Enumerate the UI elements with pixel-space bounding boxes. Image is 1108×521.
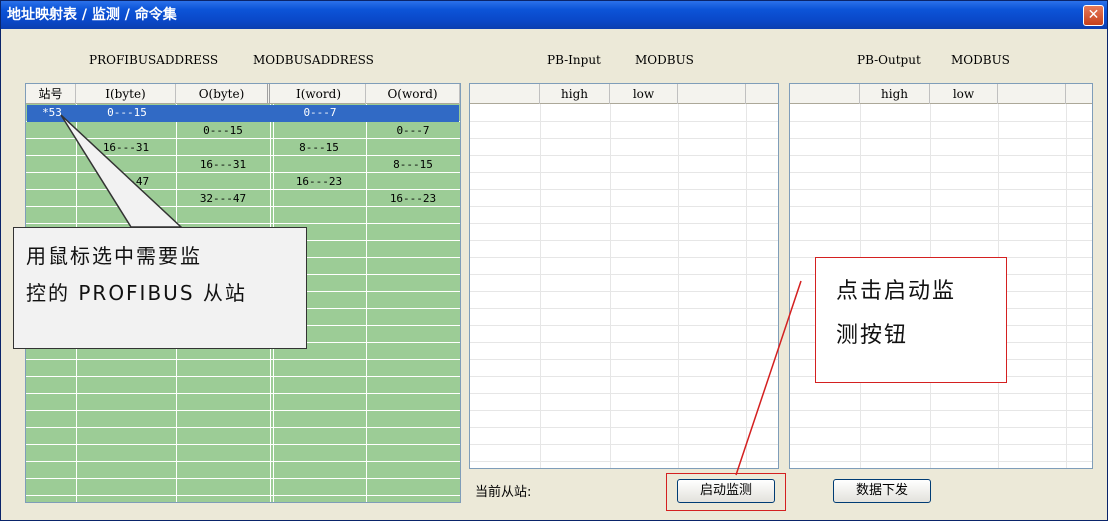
grid-row-line <box>470 342 778 343</box>
grid-row-line <box>470 427 778 428</box>
cell-i-word: 0---7 <box>303 106 337 119</box>
grid-row-line <box>470 121 778 122</box>
col-o-byte[interactable]: O(byte) <box>176 84 270 104</box>
start-monitor-callout: 点击启动监 测按钮 <box>815 257 1007 383</box>
cell-i-byte <box>76 189 176 208</box>
selected-table-row[interactable]: *53 0---15 0---7 <box>27 105 459 122</box>
grid-row-line <box>470 410 778 411</box>
col-blank[interactable] <box>470 84 540 104</box>
grid-row-line <box>26 410 460 411</box>
col-i-word[interactable]: I(word) <box>272 84 366 104</box>
close-icon[interactable]: ✕ <box>1083 5 1104 26</box>
grid-col-line <box>1066 104 1067 468</box>
grid-row-line <box>790 138 1092 139</box>
grid-row-line <box>790 121 1092 122</box>
col-station[interactable]: 站号 <box>26 84 76 104</box>
grid-col-line <box>678 104 679 468</box>
pb-input-header: PB-Input <box>547 53 601 67</box>
grid-row-line <box>470 444 778 445</box>
grid-row-line <box>26 461 460 462</box>
grid-row-line <box>470 189 778 190</box>
cell-o-word <box>367 105 460 122</box>
grid-row-line <box>470 155 778 156</box>
callout-left-line1: 用鼠标选中需要监 <box>26 244 202 268</box>
grid-row-line <box>26 444 460 445</box>
callout-right-line1: 点击启动监 <box>836 279 957 304</box>
modbus-address-header: MODBUSADDRESS <box>253 53 374 67</box>
current-slave-label: 当前从站: <box>475 485 532 500</box>
output-table-header: high low <box>790 84 1092 104</box>
title-bar: 地址映射表 / 监测 / 命令集 ✕ <box>1 1 1107 29</box>
col-high[interactable]: high <box>860 84 930 104</box>
start-button-highlight <box>666 473 786 511</box>
grid-col-line <box>746 104 747 468</box>
callout-left-line2: 控的 PROFIBUS 从站 <box>26 281 247 305</box>
pb-input-modbus-header: MODBUS <box>635 53 694 67</box>
pb-output-modbus-header: MODBUS <box>951 53 1010 67</box>
cell-i-byte: 0---15 <box>107 106 147 119</box>
grid-row-line <box>470 206 778 207</box>
col-blank[interactable] <box>790 84 860 104</box>
main-window: 地址映射表 / 监测 / 命令集 ✕ PROFIBUSADDRESS MODBU… <box>0 0 1108 521</box>
profibus-address-header: PROFIBUSADDRESS <box>89 53 219 67</box>
grid-row-line <box>470 291 778 292</box>
grid-row-line <box>26 495 460 496</box>
grid-row-line <box>470 138 778 139</box>
cell-station: *53 <box>42 106 62 119</box>
address-table-header: 站号 I(byte) O(byte) I(word) O(word) <box>26 84 460 104</box>
grid-row-line <box>470 393 778 394</box>
cell-o-byte: 32---47 <box>199 192 247 205</box>
grid-row-line <box>470 223 778 224</box>
window-title: 地址映射表 / 监测 / 命令集 <box>7 7 177 23</box>
grid-row-line <box>470 308 778 309</box>
grid-row-line <box>26 376 460 377</box>
grid-row-line <box>470 274 778 275</box>
select-slave-callout: 用鼠标选中需要监 控的 PROFIBUS 从站 <box>13 227 307 349</box>
grid-row-line <box>26 223 460 224</box>
grid-row-line <box>790 223 1092 224</box>
cell-station <box>26 189 76 208</box>
grid-row-line <box>470 359 778 360</box>
cell-o-word: 16---23 <box>389 192 437 205</box>
input-table-header: high low <box>470 84 778 104</box>
grid-row-line <box>790 427 1092 428</box>
grid-row-line <box>790 444 1092 445</box>
grid-row-line <box>790 172 1092 173</box>
grid-row-line <box>470 172 778 173</box>
grid-row-line <box>790 461 1092 462</box>
grid-row-line <box>790 240 1092 241</box>
grid-row-line <box>470 257 778 258</box>
grid-row-line <box>790 206 1092 207</box>
col-i-byte[interactable]: I(byte) <box>76 84 176 104</box>
grid-row-line <box>790 393 1092 394</box>
grid-row-line <box>790 410 1092 411</box>
col-o-word[interactable]: O(word) <box>366 84 460 104</box>
cell-i-word <box>272 189 366 208</box>
grid-col-line <box>610 104 611 468</box>
col-low[interactable]: low <box>930 84 998 104</box>
grid-row-line <box>26 393 460 394</box>
pb-output-header: PB-Output <box>857 53 921 67</box>
callout-right-line2: 测按钮 <box>836 323 909 348</box>
col-extra[interactable] <box>998 84 1066 104</box>
grid-row-line <box>470 240 778 241</box>
grid-row-line <box>470 325 778 326</box>
pb-input-table[interactable]: high low <box>469 83 779 469</box>
grid-col-line <box>540 104 541 468</box>
col-low[interactable]: low <box>610 84 678 104</box>
grid-row-line <box>26 359 460 360</box>
grid-row-line <box>26 427 460 428</box>
send-data-button[interactable]: 数据下发 <box>833 479 931 503</box>
col-extra[interactable] <box>678 84 746 104</box>
grid-row-line <box>26 478 460 479</box>
cell-o-byte <box>177 105 271 122</box>
grid-row-line <box>790 189 1092 190</box>
col-high[interactable]: high <box>540 84 610 104</box>
grid-row-line <box>470 376 778 377</box>
grid-row-line <box>790 155 1092 156</box>
grid-row-line <box>470 461 778 462</box>
